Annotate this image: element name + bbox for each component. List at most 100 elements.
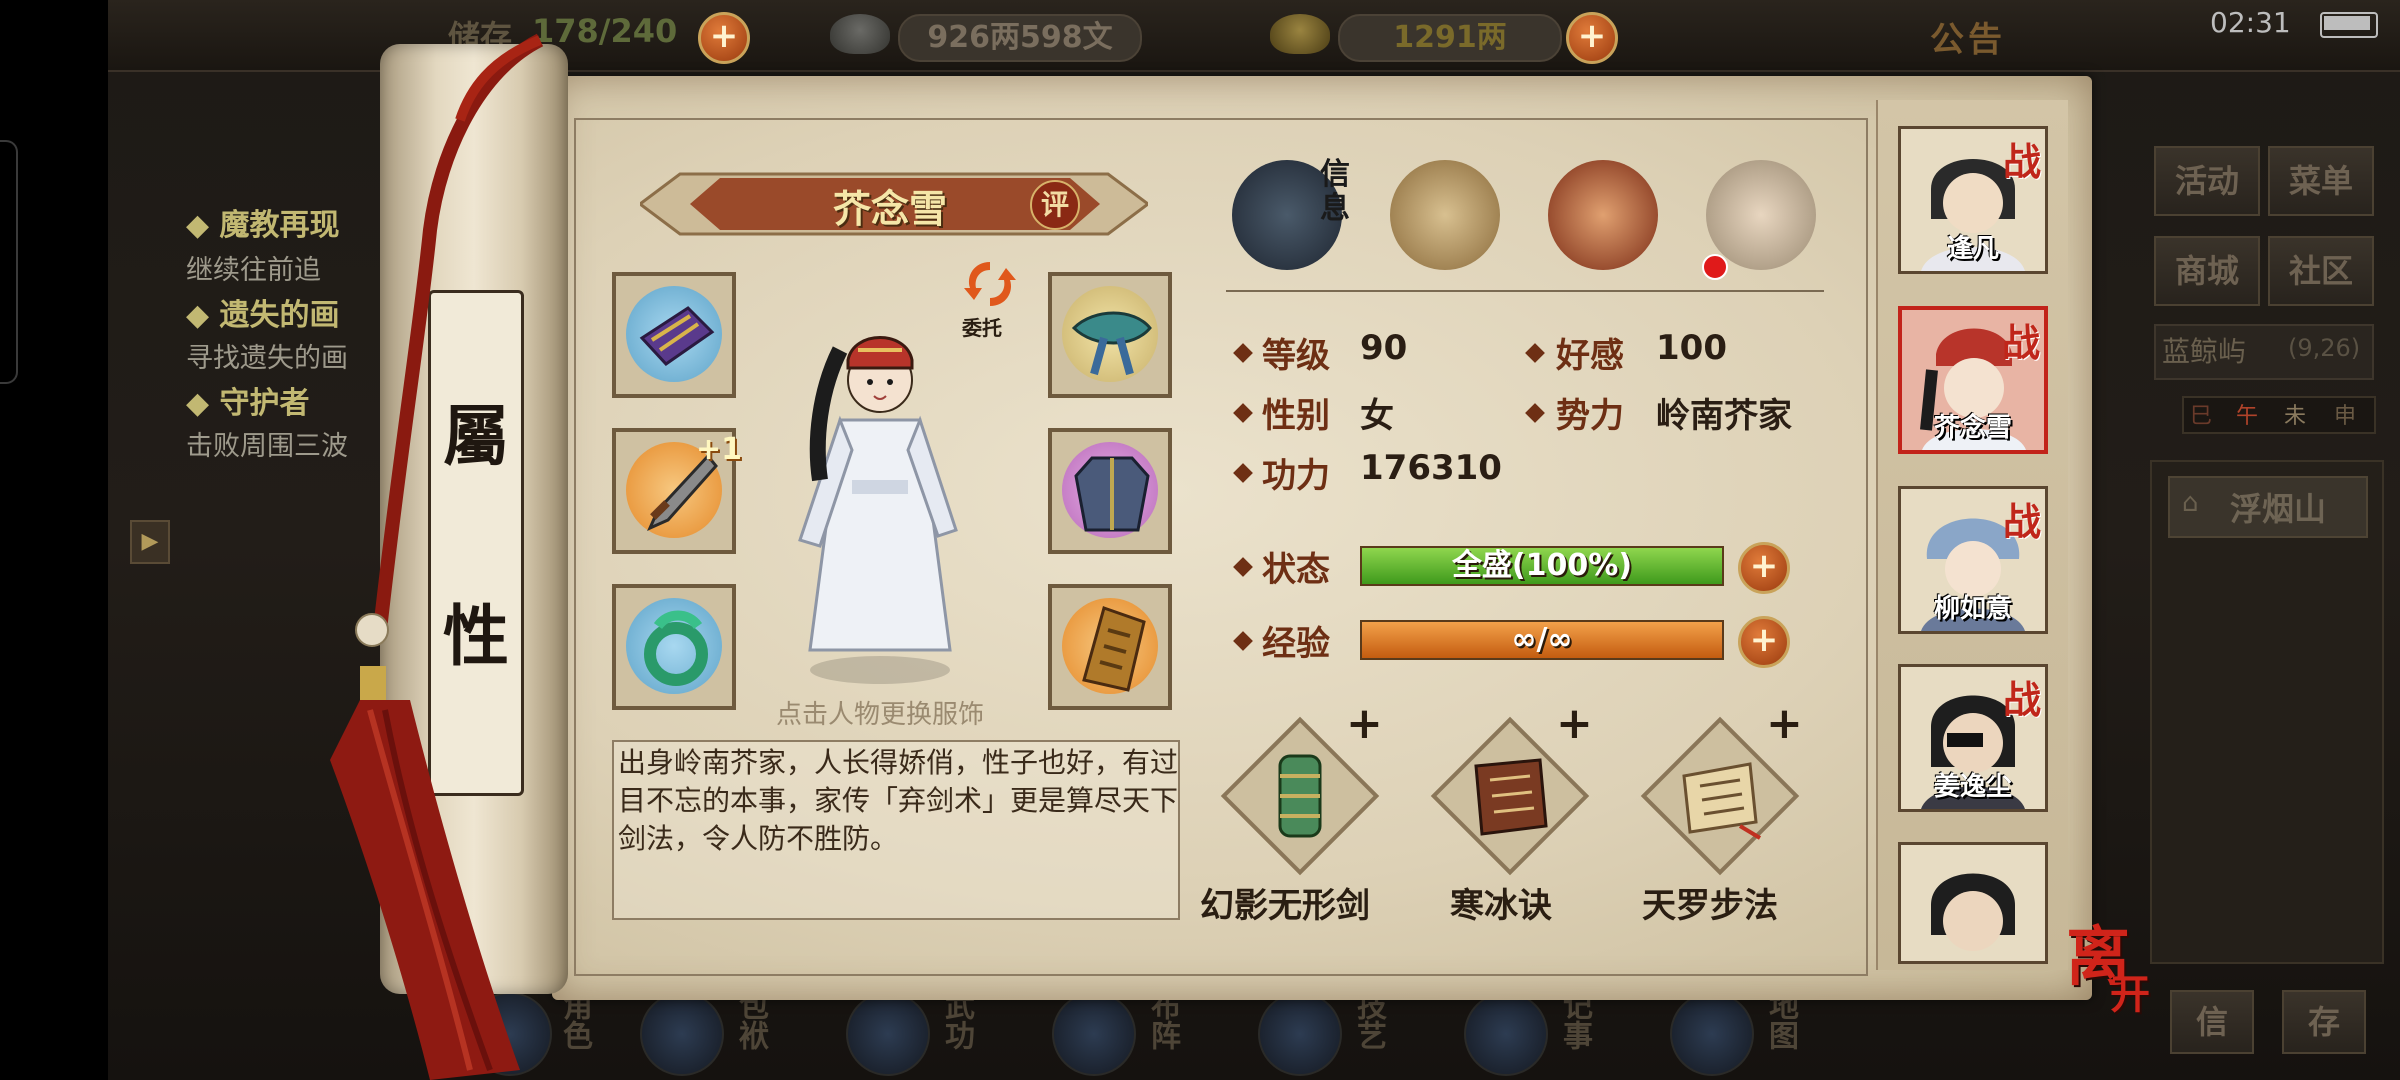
party-portrait[interactable]: 战 柳如意 [1898,486,2048,634]
battle-tag: 战 [2001,320,2040,365]
battery-level [2324,16,2370,30]
faction-value: 岭南芥家 [1656,396,1792,436]
exp-label: 经验 [1262,624,1330,664]
info-button[interactable]: 信 [2170,990,2254,1054]
scroll-tab-icon[interactable] [1390,160,1500,270]
exp-bar: ∞/∞ [1360,620,1724,660]
power-label: 功力 [1262,456,1330,496]
time-mark: 巳 [2190,404,2213,429]
party-member-name: 芥念雪 [1933,413,2012,443]
sword-scroll-icon [1278,754,1322,838]
map-nav-icon[interactable] [1670,992,1754,1076]
skill-name: 天罗步法 [1642,886,1778,926]
money-value: 926两598文 [898,14,1142,62]
status-restore-button[interactable]: + [1738,542,1790,594]
delegate-label: 委托 [962,316,1002,340]
gold-ingot-icon [1270,14,1330,54]
tab-divider [1226,290,1824,292]
skill-add-icon[interactable]: + [1766,698,1803,749]
activity-button[interactable]: 活动 [2154,146,2260,216]
book-icon [1474,758,1548,836]
leave-char: 开 [2110,971,2150,1018]
location-coords: (9,26) [2288,334,2361,362]
outfit-hint: 点击人物更换服饰 [776,700,985,730]
quest-title[interactable]: ◆ 遗失的画 [186,290,340,334]
battle-tag: 战 [2002,499,2041,544]
armor-icon [1074,456,1150,532]
quest-desc: 击败周围三波 [186,431,348,462]
martial-nav-icon[interactable] [846,992,930,1076]
battle-tag: 战 [2002,139,2041,184]
gender-label: 性别 [1262,396,1330,436]
party-portrait[interactable] [1898,842,2048,964]
shop-button[interactable]: 商城 [2154,236,2260,306]
rate-button[interactable]: 评 [1030,180,1080,230]
armguard-icon [639,306,715,366]
menu-button[interactable]: 菜单 [2268,146,2374,216]
storage-add-button[interactable]: + [698,12,750,64]
level-value: 90 [1360,328,1408,368]
time-mark: 未 [2284,404,2307,429]
gender-value: 女 [1360,396,1394,436]
skill-name: 寒冰诀 [1450,886,1552,926]
delegate-icon[interactable] [960,256,1020,312]
faction-label: 势力 [1556,396,1624,436]
tassel-icon [355,33,544,706]
character-figure[interactable] [780,310,980,690]
party-portrait[interactable]: 战 逢凡 [1898,126,2048,274]
level-label: 等级 [1262,336,1330,376]
skill-add-icon[interactable]: + [1556,698,1593,749]
info-tab-label: 信息 [1320,157,1350,226]
party-portrait[interactable]: 战 姜逸尘 [1898,664,2048,812]
quest-desc: 寻找遗失的画 [186,343,348,374]
equip-slot-armor[interactable] [1048,428,1172,554]
jade-ring-icon [644,610,708,686]
party-member-name: 姜逸尘 [1933,772,2012,802]
time-mark: 申 [2334,404,2357,429]
bag-nav-icon[interactable] [640,992,724,1076]
silver-ingot-icon [830,14,890,54]
character-bio: 出身岭南芥家，人长得娇俏，性子也好，有过目不忘的本事，家传「弃剑术」更是算尽天下… [618,746,1179,855]
gold-value: 1291两 [1338,14,1562,62]
portrait-art [1931,873,2015,951]
party-member-name: 柳如意 [1933,594,2012,624]
ribbon-icon [1071,311,1152,376]
quest-title[interactable]: ◆ 魔教再现 [186,200,340,244]
gold-add-button[interactable]: + [1566,12,1618,64]
side-handle [0,140,18,384]
bagua-tab-icon[interactable] [1548,160,1658,270]
token-icon [1082,606,1146,692]
power-value: 176310 [1360,448,1502,488]
announcement-button[interactable]: 公告 [1930,12,2006,61]
exp-add-button[interactable]: + [1738,616,1790,668]
character-name: 芥念雪 [832,187,947,231]
battle-tag: 战 [2002,677,2041,722]
party-member-name: 逢凡 [1946,234,1999,264]
equip-slot-ring[interactable] [612,584,736,710]
skill-add-icon[interactable]: + [1346,698,1383,749]
destination-name: 浮烟山 [2230,490,2327,528]
expand-arrow-icon[interactable]: ▶ [130,520,170,564]
manual-scroll-icon [1682,762,1762,840]
community-button[interactable]: 社区 [2268,236,2374,306]
meridian-tab-icon[interactable] [1706,160,1816,270]
equip-slot-accessory[interactable] [1048,272,1172,398]
journal-nav-icon[interactable] [1464,992,1548,1076]
skills-nav-icon[interactable] [1258,992,1342,1076]
equip-slot-token[interactable] [1048,584,1172,710]
party-portrait-selected[interactable]: 战 芥念雪 [1898,306,2048,454]
formation-nav-icon[interactable] [1052,992,1136,1076]
status-label: 状态 [1262,550,1330,590]
time-mark: 午 [2236,404,2259,429]
quest-title[interactable]: ◆ 守护者 [186,378,310,422]
tassel-fringe-icon [330,700,520,1080]
skill-name: 幻影无形剑 [1200,886,1370,926]
enhance-level: +1 [696,432,743,467]
favor-label: 好感 [1556,336,1624,376]
quest-desc: 继续往前追 [186,255,321,286]
save-button[interactable]: 存 [2282,990,2366,1054]
equip-slot-armguard[interactable] [612,272,736,398]
leave-button[interactable]: 离 开 [2066,906,2162,1018]
notification-dot [1702,254,1728,280]
status-clock: 02:31 [2210,6,2291,39]
